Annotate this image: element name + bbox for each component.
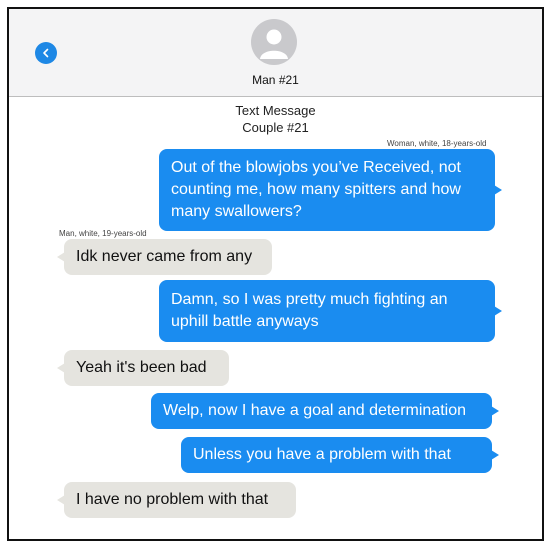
message-bubble-incoming[interactable]: I have no problem with that [57, 482, 296, 518]
message-text: Welp, now I have a goal and determinatio… [163, 402, 467, 419]
message-text: Damn, so I was pretty much fighting an u… [171, 291, 448, 330]
chevron-left-icon [43, 48, 49, 58]
back-button[interactable] [35, 42, 57, 64]
sender-label-man: Man, white, 19-years-old [59, 229, 147, 238]
message-bubble-outgoing[interactable]: Unless you have a problem with that [181, 437, 499, 473]
person-icon [260, 29, 288, 59]
thread-title: Text Message [235, 103, 316, 118]
message-text: Yeah it's been bad [76, 359, 207, 376]
chat-header: Man #21 [9, 9, 542, 97]
message-text: Out of the blowjobs you’ve Received, not… [171, 159, 461, 220]
message-text: I have no problem with that [76, 491, 269, 508]
message-bubble-incoming[interactable]: Yeah it's been bad [57, 350, 229, 386]
message-text: Idk never came from any [76, 248, 253, 265]
message-text: Unless you have a problem with that [193, 446, 451, 463]
message-bubble-outgoing[interactable]: Welp, now I have a goal and determinatio… [151, 393, 499, 429]
message-bubble-incoming[interactable]: Idk never came from any [57, 239, 272, 275]
contact-name: Man #21 [252, 73, 299, 87]
message-bubble-outgoing[interactable]: Out of the blowjobs you’ve Received, not… [159, 149, 502, 231]
sender-label-woman: Woman, white, 18-years-old [387, 139, 487, 148]
phone-frame: Man #21 Text Message Couple #21 Woman, w… [7, 7, 544, 541]
message-bubble-outgoing[interactable]: Damn, so I was pretty much fighting an u… [159, 280, 502, 342]
thread-subtitle: Couple #21 [242, 120, 309, 135]
avatar[interactable] [251, 19, 297, 65]
